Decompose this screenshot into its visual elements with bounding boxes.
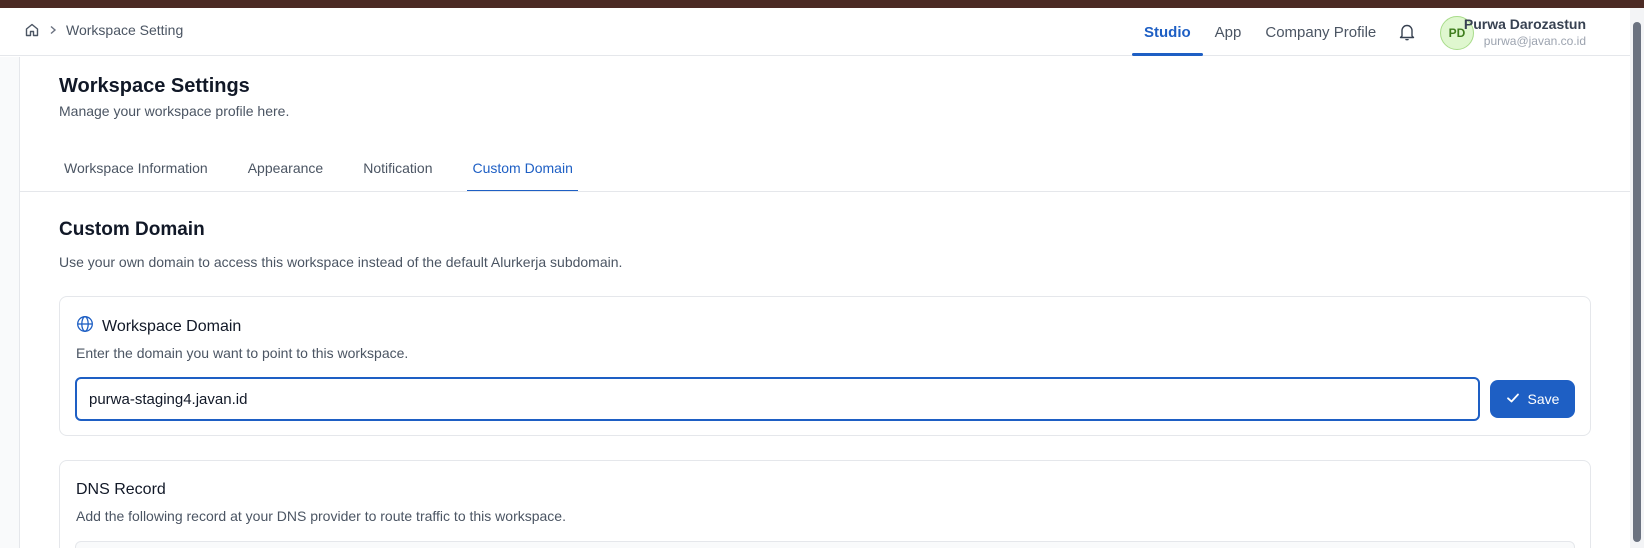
breadcrumb-current: Workspace Setting <box>66 22 184 38</box>
page-subtitle: Manage your workspace profile here. <box>59 103 290 119</box>
sidebar-edge <box>0 57 20 548</box>
nav-tab-studio[interactable]: Studio <box>1132 8 1203 56</box>
save-button-label: Save <box>1527 391 1560 407</box>
chevron-right-icon <box>48 25 58 35</box>
top-nav-tabs: Studio App Company Profile <box>1132 8 1388 56</box>
nav-tab-app[interactable]: App <box>1203 8 1254 56</box>
globe-icon <box>76 315 94 338</box>
tab-custom-domain[interactable]: Custom Domain <box>467 143 579 192</box>
section-title: Custom Domain <box>59 219 205 240</box>
dns-record-description: Add the following record at your DNS pro… <box>76 508 566 524</box>
dns-record-table <box>75 541 1575 548</box>
scrollbar-thumb[interactable] <box>1633 22 1641 542</box>
tab-workspace-information[interactable]: Workspace Information <box>59 143 213 192</box>
nav-tab-company-profile[interactable]: Company Profile <box>1253 8 1388 56</box>
dns-record-card: DNS Record Add the following record at y… <box>59 460 1591 548</box>
check-icon <box>1506 391 1520 408</box>
user-name: Purwa Darozastun <box>1463 16 1586 32</box>
user-email: purwa@javan.co.id <box>1483 34 1586 48</box>
home-icon[interactable] <box>24 22 40 38</box>
page-title: Workspace Settings <box>59 75 250 97</box>
breadcrumb: Workspace Setting <box>24 22 183 38</box>
workspace-domain-description: Enter the domain you want to point to th… <box>76 345 409 361</box>
workspace-domain-title: Workspace Domain <box>102 317 242 335</box>
top-navigation-bar: Workspace Setting Studio App Company Pro… <box>0 8 1630 56</box>
section-description: Use your own domain to access this works… <box>59 254 623 270</box>
tab-appearance[interactable]: Appearance <box>243 143 329 192</box>
workspace-domain-header: Workspace Domain <box>76 315 241 338</box>
tab-notification[interactable]: Notification <box>358 143 437 192</box>
save-button[interactable]: Save <box>1490 380 1575 418</box>
settings-tabs: Workspace Information Appearance Notific… <box>59 143 608 192</box>
workspace-domain-card: Workspace Domain Enter the domain you wa… <box>59 296 1591 436</box>
dns-record-title: DNS Record <box>76 481 166 498</box>
browser-top-strip <box>0 0 1644 8</box>
domain-input[interactable] <box>75 377 1480 421</box>
page-scrollbar[interactable] <box>1630 8 1644 548</box>
bell-icon[interactable] <box>1398 22 1416 47</box>
tabs-divider <box>20 191 1630 192</box>
